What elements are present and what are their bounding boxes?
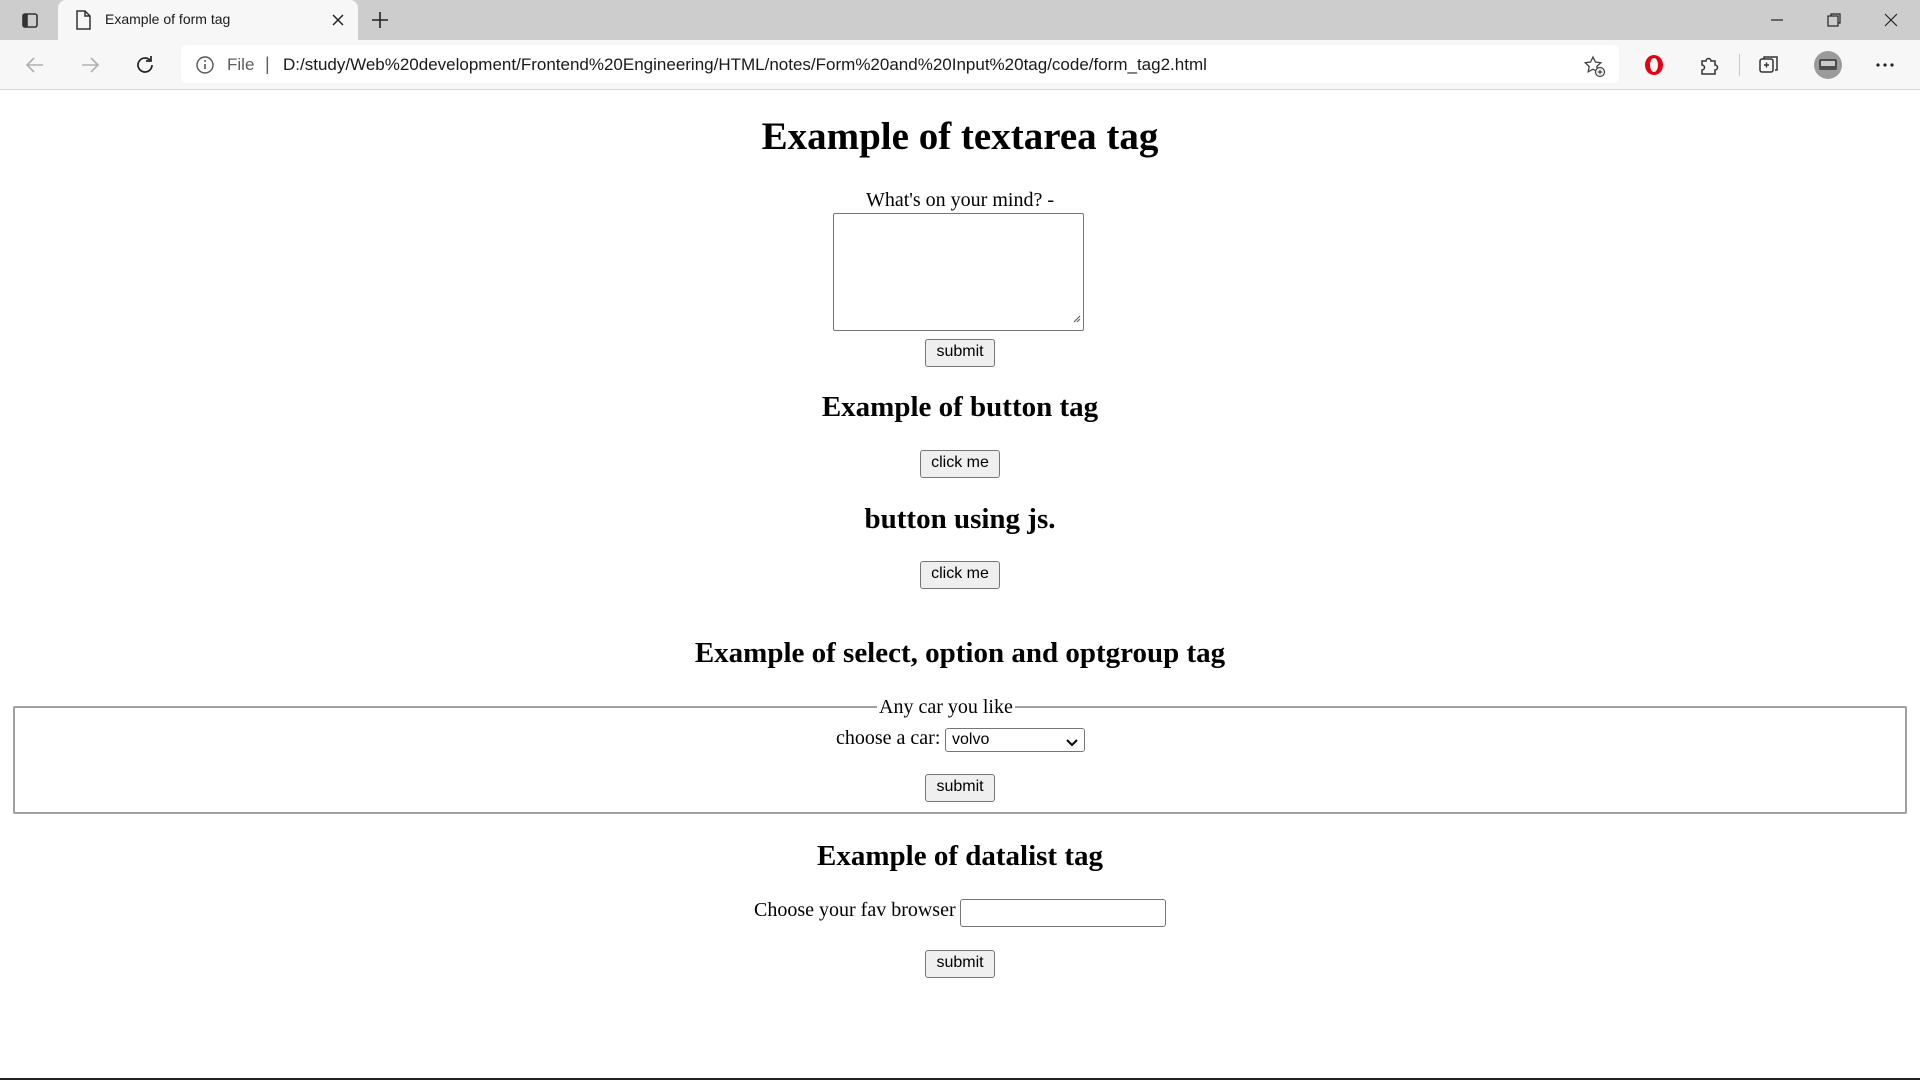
tab-bar: Example of form tag xyxy=(0,0,1920,40)
more-icon[interactable] xyxy=(1872,52,1898,78)
js-button-heading: button using js. xyxy=(864,503,1056,535)
resize-grip-icon[interactable] xyxy=(1071,310,1081,328)
car-select[interactable]: volvo xyxy=(945,728,1085,752)
tab-actions-icon[interactable] xyxy=(18,8,42,32)
address-scheme: File xyxy=(227,55,255,74)
page-content: Example of textarea tag What's on your m… xyxy=(0,90,1920,1078)
textarea-heading: Example of textarea tag xyxy=(761,115,1159,158)
car-submit-button[interactable]: submit xyxy=(925,774,995,802)
select-heading: Example of select, option and optgroup t… xyxy=(694,637,1226,669)
textarea-label: What's on your mind? - xyxy=(865,189,1054,211)
js-click-me-button[interactable]: click me xyxy=(920,561,1000,589)
window-close-icon[interactable] xyxy=(1879,8,1903,32)
browser-tab[interactable]: Example of form tag xyxy=(58,0,358,40)
address-bar[interactable]: File | D:/study/Web%20development/Fronte… xyxy=(181,45,1619,83)
button-heading: Example of button tag xyxy=(821,391,1099,423)
textarea-input[interactable] xyxy=(833,213,1084,331)
minimize-icon[interactable] xyxy=(1765,8,1789,32)
avatar[interactable] xyxy=(1813,50,1843,80)
opera-icon[interactable] xyxy=(1641,52,1667,78)
chevron-down-icon xyxy=(1066,735,1078,753)
star-plus-icon[interactable] xyxy=(1582,54,1606,83)
car-select-label: choose a car: xyxy=(836,727,941,749)
browser-input-label: Choose your fav browser xyxy=(754,899,956,921)
textarea-submit-button[interactable]: submit xyxy=(925,339,995,367)
back-arrow-icon[interactable] xyxy=(22,52,48,78)
address-separator: | xyxy=(265,54,270,74)
info-icon[interactable] xyxy=(195,55,215,80)
refresh-icon[interactable] xyxy=(132,52,158,78)
tab-title: Example of form tag xyxy=(105,11,231,27)
forward-arrow-icon[interactable] xyxy=(77,52,103,78)
datalist-heading: Example of datalist tag xyxy=(817,840,1103,872)
close-icon[interactable] xyxy=(328,10,348,35)
toolbar-divider xyxy=(1739,54,1740,76)
browser-toolbar: File | D:/study/Web%20development/Fronte… xyxy=(0,40,1920,90)
url-text[interactable]: D:/study/Web%20development/Frontend%20En… xyxy=(283,55,1207,75)
fieldset-legend: Any car you like xyxy=(877,696,1015,719)
restore-icon[interactable] xyxy=(1822,8,1846,32)
collections-icon[interactable] xyxy=(1756,52,1782,78)
page-icon xyxy=(74,10,92,35)
datalist-submit-button[interactable]: submit xyxy=(925,950,995,978)
click-me-button[interactable]: click me xyxy=(920,450,1000,478)
car-select-value: volvo xyxy=(952,731,990,748)
puzzle-icon[interactable] xyxy=(1696,52,1722,78)
plus-icon[interactable] xyxy=(368,8,392,37)
browser-input[interactable] xyxy=(960,899,1166,927)
